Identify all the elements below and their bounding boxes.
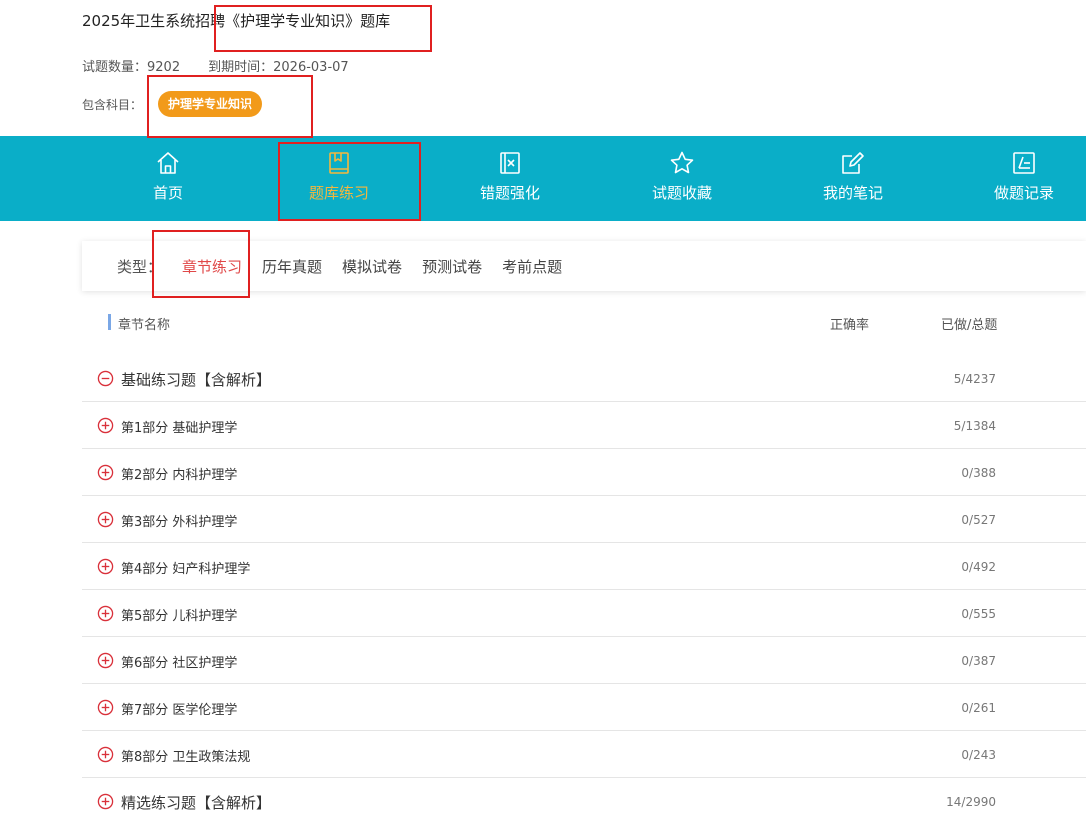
question-meta: 试题数量：9202 到期时间：2026-03-07 xyxy=(82,56,349,75)
chapter-name[interactable]: 第6部分 社区护理学 xyxy=(121,652,237,671)
expiry-date: 2026-03-07 xyxy=(273,60,349,75)
expiry-label: 到期时间： xyxy=(208,60,274,75)
table-row[interactable]: 第5部分 儿科护理学 0/555 xyxy=(82,590,1086,637)
chapter-progress: 5/4237 xyxy=(953,372,996,386)
table-row[interactable]: 第1部分 基础护理学 5/1384 xyxy=(82,402,1086,449)
expand-plus-icon[interactable] xyxy=(97,652,114,669)
chapter-progress: 0/492 xyxy=(961,560,996,574)
table-row[interactable]: 第3部分 外科护理学 0/527 xyxy=(82,496,1086,543)
table-row[interactable]: 基础练习题【含解析】 5/4237 xyxy=(82,355,1086,402)
subjects-label: 包含科目： xyxy=(82,97,143,112)
table-row[interactable]: 第4部分 妇产科护理学 0/492 xyxy=(82,543,1086,590)
chapter-name[interactable]: 第2部分 内科护理学 xyxy=(121,464,237,483)
nav-label-favorites: 试题收藏 xyxy=(651,184,712,202)
nav-label-wrong-questions: 错题强化 xyxy=(479,184,540,202)
nav-item-notes[interactable]: 我的笔记 xyxy=(783,136,923,221)
nav-item-records[interactable]: 做题记录 xyxy=(954,136,1086,221)
chapter-name[interactable]: 第3部分 外科护理学 xyxy=(121,511,237,530)
star-icon xyxy=(670,151,694,174)
header-progress: 已做/总题 xyxy=(941,318,998,333)
chapter-name[interactable]: 基础练习题【含解析】 xyxy=(121,369,271,390)
chapter-name[interactable]: 第1部分 基础护理学 xyxy=(121,417,237,436)
type-chapter-practice[interactable]: 章节练习 xyxy=(182,256,242,277)
home-icon xyxy=(157,152,179,174)
nav-item-favorites[interactable]: 试题收藏 xyxy=(612,136,752,221)
chapter-progress: 0/261 xyxy=(961,701,996,715)
collapse-minus-icon[interactable] xyxy=(97,370,114,387)
chapter-progress: 14/2990 xyxy=(946,795,996,809)
expand-plus-icon[interactable] xyxy=(97,464,114,481)
chapter-name[interactable]: 第8部分 卫生政策法规 xyxy=(121,746,250,765)
table-row[interactable]: 第8部分 卫生政策法规 0/243 xyxy=(82,731,1086,778)
nav-label-records: 做题记录 xyxy=(993,184,1054,202)
type-predicted-exams[interactable]: 预测试卷 xyxy=(422,256,482,277)
chapter-name[interactable]: 第4部分 妇产科护理学 xyxy=(121,558,250,577)
nav-label-home: 首页 xyxy=(152,184,183,202)
header-chapter-name: 章节名称 xyxy=(118,318,171,333)
page-title: 2025年卫生系统招聘《护理学专业知识》题库 xyxy=(82,12,391,30)
expand-plus-icon[interactable] xyxy=(97,699,114,716)
nav-item-wrong-questions[interactable]: 错题强化 xyxy=(440,136,580,221)
chapter-progress: 0/243 xyxy=(961,748,996,762)
chapter-name[interactable]: 第5部分 儿科护理学 xyxy=(121,605,237,624)
table-row[interactable]: 第7部分 医学伦理学 0/261 xyxy=(82,684,1086,731)
chapter-progress: 0/388 xyxy=(961,466,996,480)
chapter-name[interactable]: 精选练习题【含解析】 xyxy=(121,792,271,813)
expand-plus-icon[interactable] xyxy=(97,558,114,575)
header-accent-bar xyxy=(108,314,111,330)
expand-plus-icon[interactable] xyxy=(97,511,114,528)
type-label: 类型： xyxy=(117,257,163,276)
nav-item-home[interactable]: 首页 xyxy=(98,136,238,221)
expand-plus-icon[interactable] xyxy=(97,746,114,763)
expand-plus-icon[interactable] xyxy=(97,605,114,622)
book-icon xyxy=(329,152,349,174)
type-past-exams[interactable]: 历年真题 xyxy=(262,256,322,277)
subject-tag[interactable]: 护理学专业知识 xyxy=(158,91,263,117)
question-count: 9202 xyxy=(147,60,181,75)
chapter-name[interactable]: 第7部分 医学伦理学 xyxy=(121,699,237,718)
subjects-row: 包含科目： 护理学专业知识 xyxy=(82,91,263,117)
type-pre-exam-points[interactable]: 考前点题 xyxy=(502,256,562,277)
table-header: 章节名称 正确率 已做/总题 xyxy=(108,313,1086,333)
chapter-progress: 5/1384 xyxy=(953,419,996,433)
wrong-question-icon xyxy=(500,152,520,174)
main-nav: 首页 题库练习 错题强化 试题收藏 我的笔记 做题记录 xyxy=(0,136,1086,221)
expand-plus-icon[interactable] xyxy=(97,417,114,434)
nav-label-notes: 我的笔记 xyxy=(822,184,883,202)
type-filter-bar: 类型： 章节练习 历年真题 模拟试卷 预测试卷 考前点题 xyxy=(82,241,1086,291)
table-row[interactable]: 第2部分 内科护理学 0/388 xyxy=(82,449,1086,496)
table-row[interactable]: 第6部分 社区护理学 0/387 xyxy=(82,637,1086,684)
chapter-progress: 0/387 xyxy=(961,654,996,668)
expand-plus-icon[interactable] xyxy=(97,793,114,810)
type-mock-exams[interactable]: 模拟试卷 xyxy=(342,256,402,277)
chapter-progress: 0/527 xyxy=(961,513,996,527)
chapter-progress: 0/555 xyxy=(961,607,996,621)
header-accuracy: 正确率 xyxy=(830,318,870,333)
nav-label-question-bank: 题库练习 xyxy=(308,184,369,202)
nav-item-question-bank[interactable]: 题库练习 xyxy=(269,136,409,221)
question-count-label: 试题数量： xyxy=(82,60,148,75)
table-row[interactable]: 精选练习题【含解析】 14/2990 xyxy=(82,778,1086,821)
record-icon xyxy=(1013,152,1035,174)
note-edit-icon xyxy=(842,152,864,174)
